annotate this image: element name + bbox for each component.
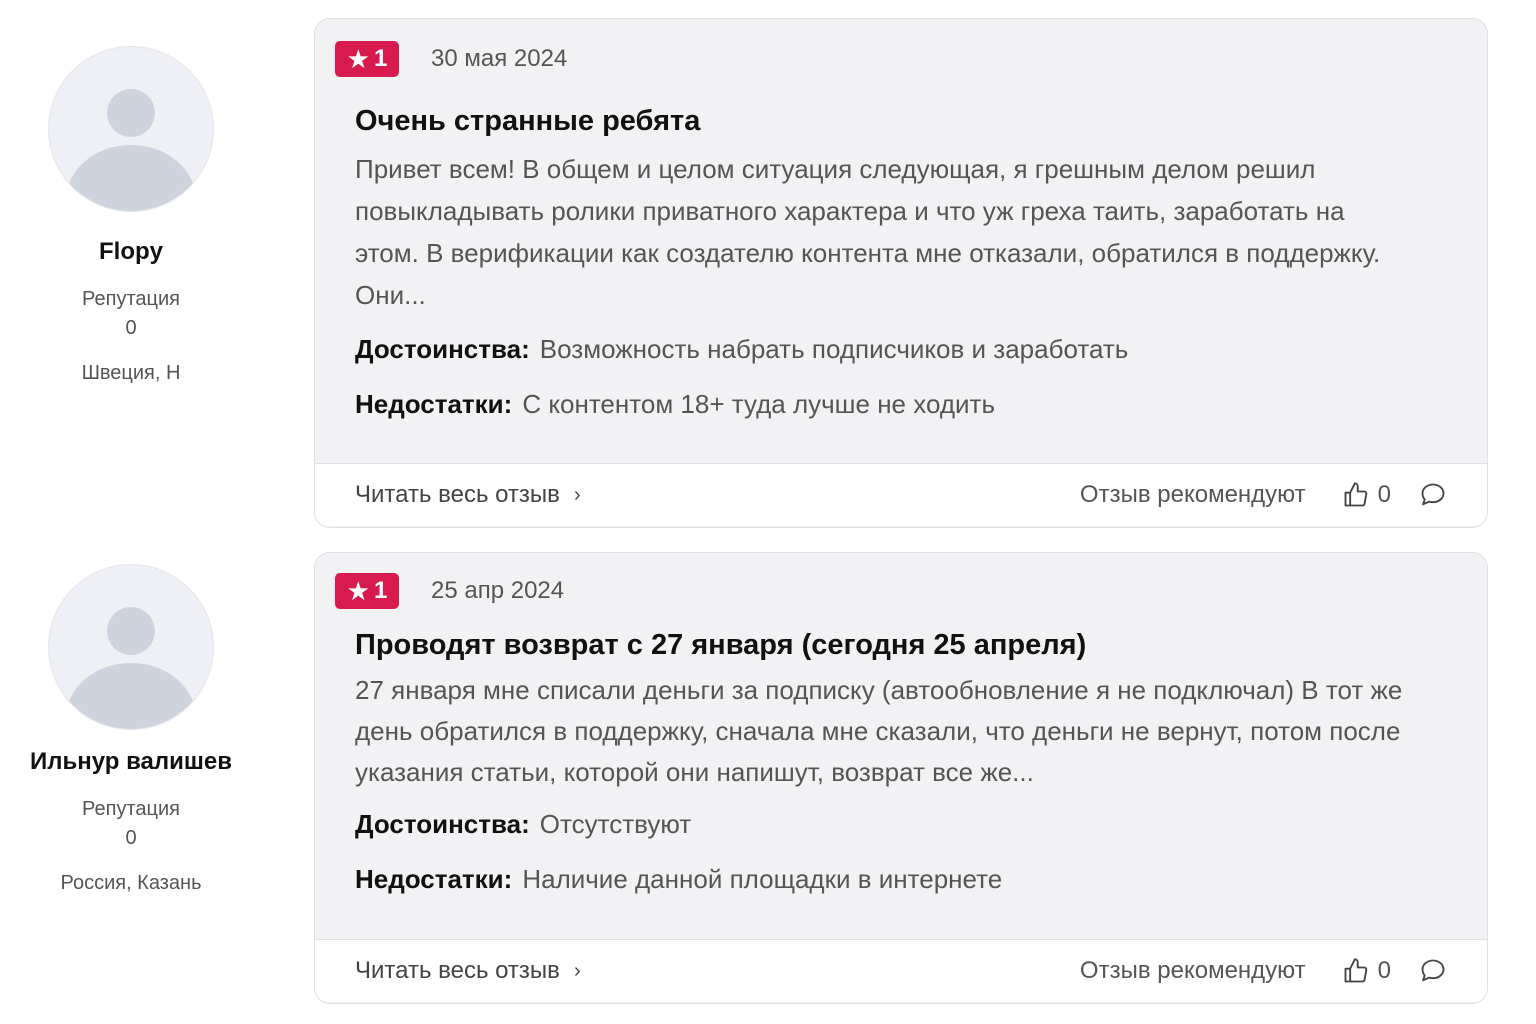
recommend-label: Отзыв рекомендуют [1079, 481, 1306, 508]
pros-text: Отсутствуют [539, 809, 692, 839]
recommend-label: Отзыв рекомендуют [1079, 957, 1306, 984]
author-location: Швеция, Н [81, 362, 181, 384]
rating-badge: ★ 1 [335, 41, 399, 77]
review-cons: Недостатки: Наличие данной площадки в инт… [355, 864, 1447, 895]
star-icon: ★ [346, 44, 370, 74]
like-count: 0 [1377, 481, 1391, 508]
comment-icon [1421, 483, 1445, 506]
comment-icon [1421, 959, 1445, 982]
author-name[interactable]: Flopy [0, 238, 262, 266]
thumbs-up-icon [1344, 482, 1367, 507]
pros-label: Достоинства: [355, 334, 530, 364]
comment-button[interactable] [1419, 481, 1447, 509]
rating-value: 1 [373, 45, 388, 72]
review-card: ★ 1 25 апр 2024 Проводят возврат с 27 ян… [314, 552, 1488, 1004]
reputation-value: 0 [125, 317, 137, 339]
rating-badge: ★ 1 [335, 573, 399, 609]
review-text: 27 января мне списали деньги за подписку… [355, 675, 1403, 787]
review-date: 30 мая 2024 [431, 45, 568, 72]
like-count: 0 [1377, 957, 1391, 984]
cons-label: Недостатки: [355, 389, 513, 419]
review-footer: Читать весь отзыв › Отзыв рекомендуют 0 [315, 939, 1487, 1002]
like-button[interactable]: 0 [1342, 481, 1391, 509]
review-text: Привет всем! В общем и целом ситуация сл… [355, 154, 1381, 310]
review-title[interactable]: Очень странные ребята [355, 105, 1447, 138]
review-title[interactable]: Проводят возврат с 27 января (сегодня 25… [355, 629, 1447, 662]
cons-label: Недостатки: [355, 864, 513, 894]
review-date: 25 апр 2024 [431, 577, 565, 604]
read-more-link[interactable]: Читать весь отзыв › [355, 481, 581, 509]
pros-text: Возможность набрать подписчиков и зарабо… [539, 334, 1129, 364]
reputation-label: Репутация [82, 288, 180, 310]
author-location: Россия, Казань [60, 872, 202, 894]
review-pros: Достоинства: Отсутствуют [355, 809, 1447, 840]
author-name[interactable]: Ильнур валишев [0, 748, 262, 776]
reputation-value: 0 [125, 827, 137, 849]
cons-text: С контентом 18+ туда лучше не ходить [522, 389, 995, 419]
pros-label: Достоинства: [355, 809, 530, 839]
read-more-link[interactable]: Читать весь отзыв › [355, 957, 581, 985]
chevron-right-icon: › [573, 959, 581, 982]
rating-value: 1 [373, 577, 388, 604]
star-icon: ★ [346, 576, 370, 606]
author-panel: Flopy Репутация 0 Швеция, Н [0, 46, 262, 385]
thumbs-up-icon [1344, 958, 1367, 983]
reputation-label: Репутация [82, 798, 180, 820]
chevron-right-icon: › [573, 483, 581, 506]
read-more-label: Читать весь отзыв [355, 957, 560, 984]
comment-button[interactable] [1419, 957, 1447, 985]
avatar[interactable] [48, 46, 214, 212]
like-button[interactable]: 0 [1342, 957, 1391, 985]
review-card: ★ 1 30 мая 2024 Очень странные ребята Пр… [314, 18, 1488, 528]
author-panel: Ильнур валишев Репутация 0 Россия, Казан… [0, 564, 262, 895]
avatar[interactable] [48, 564, 214, 730]
cons-text: Наличие данной площадки в интернете [522, 864, 1003, 894]
read-more-label: Читать весь отзыв [355, 481, 560, 508]
review-pros: Достоинства: Возможность набрать подписчи… [355, 334, 1447, 365]
review-cons: Недостатки: С контентом 18+ туда лучше не… [355, 389, 1447, 420]
review-footer: Читать весь отзыв › Отзыв рекомендуют 0 [315, 463, 1487, 526]
